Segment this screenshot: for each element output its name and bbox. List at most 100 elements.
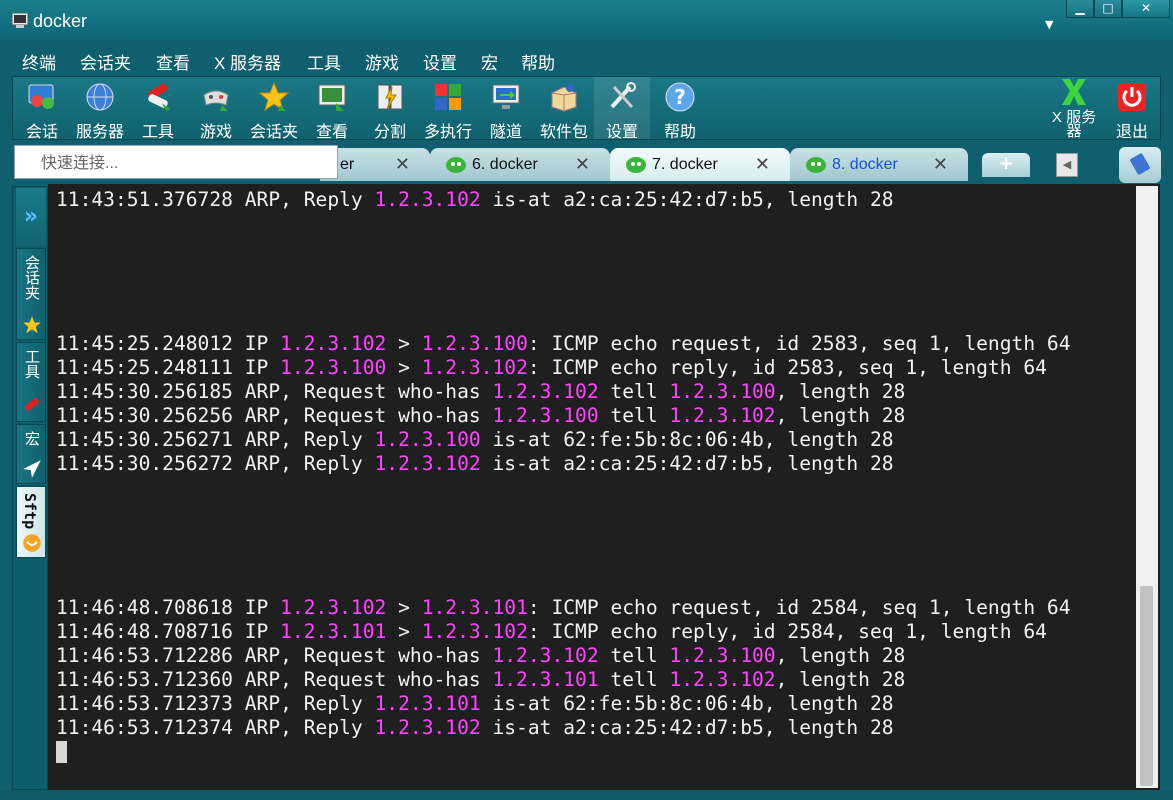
star-icon (23, 316, 41, 334)
maximize-button[interactable]: □ (1094, 0, 1122, 18)
terminal-text: 11:43:51.376728 ARP, Reply (56, 188, 375, 211)
help-button[interactable]: ? 帮助 (652, 77, 708, 141)
terminal-line: 11:46:53.712374 ARP, Reply 1.2.3.102 is-… (56, 716, 1071, 740)
tab-list-button[interactable] (1119, 147, 1161, 183)
tab-7-docker[interactable]: 7. docker ✕ (610, 148, 790, 181)
terminal-cursor (56, 741, 67, 763)
session-button[interactable]: 会话 (14, 77, 70, 141)
menu-bar: 终端 会话夹 查看 X 服务器 工具 游戏 设置 宏 帮助 (0, 44, 1173, 74)
ip-address: 1.2.3.101 (421, 596, 528, 619)
prompt-line (56, 740, 1071, 764)
tunnel-icon (492, 84, 520, 109)
sidebar-tab-tools[interactable]: 工具 (16, 342, 46, 422)
app-icon (12, 13, 28, 28)
tab-scroll-left-button[interactable]: ◀ (1056, 153, 1078, 177)
attach-icon (1130, 153, 1150, 175)
ip-address: 1.2.3.102 (492, 380, 599, 403)
packages-icon (551, 84, 577, 112)
ip-address: 1.2.3.102 (492, 644, 599, 667)
window-title: docker (33, 11, 88, 31)
menu-xserver[interactable]: X 服务器 (214, 49, 281, 74)
terminal-text: , length 28 (775, 644, 906, 667)
star-icon (258, 81, 290, 112)
terminal-text: > (386, 620, 422, 643)
terminal-text: : ICMP echo reply, id 2584, seq 1, lengt… (527, 620, 1047, 643)
terminal-text: 11:46:53.712374 ARP, Reply (56, 716, 375, 739)
menu-sessions[interactable]: 会话夹 (80, 49, 131, 74)
xserver-button[interactable]: X 服务器 (1046, 77, 1102, 139)
scrollbar-thumb[interactable] (1140, 586, 1153, 786)
split-button[interactable]: 分割 (362, 77, 418, 141)
terminal-line: 11:45:25.248012 IP 1.2.3.102 > 1.2.3.100… (56, 332, 1071, 356)
packages-button[interactable]: 软件包 (536, 77, 592, 141)
terminal-text: : ICMP echo request, id 2583, seq 1, len… (527, 332, 1071, 355)
terminal-text: is-at 62:fe:5b:8c:06:4b, length 28 (480, 692, 894, 715)
window-bottom-border (0, 790, 1173, 800)
new-tab-button[interactable]: + (982, 153, 1030, 177)
terminal-line: 11:46:48.708716 IP 1.2.3.101 > 1.2.3.102… (56, 620, 1071, 644)
menu-games[interactable]: 游戏 (365, 49, 399, 74)
ip-address: 1.2.3.100 (421, 332, 528, 355)
view-button[interactable]: 查看 (304, 77, 360, 141)
terminal-text: 11:46:53.712286 ARP, Request who-has (56, 644, 493, 667)
menu-macro[interactable]: 宏 (481, 49, 498, 74)
terminal-text: : ICMP echo reply, id 2583, seq 1, lengt… (527, 356, 1047, 379)
terminal-text: 11:46:48.708716 IP (56, 620, 281, 643)
ip-address: 1.2.3.102 (669, 668, 776, 691)
terminal-line: 11:45:25.248111 IP 1.2.3.100 > 1.2.3.102… (56, 356, 1071, 380)
terminal-text: 11:45:25.248111 IP (56, 356, 281, 379)
menu-terminal[interactable]: 终端 (22, 49, 56, 74)
settings-button[interactable]: 设置 (594, 77, 650, 141)
split-icon (377, 84, 403, 110)
bookmarks-button[interactable]: 会话夹 (246, 77, 302, 141)
close-icon[interactable]: ✕ (933, 154, 948, 175)
terminal-text: > (386, 332, 422, 355)
terminal-text: tell (598, 668, 670, 691)
tools-button[interactable]: 工具 (130, 77, 186, 141)
ip-address: 1.2.3.102 (280, 332, 387, 355)
terminal-line: 11:46:48.708618 IP 1.2.3.102 > 1.2.3.101… (56, 596, 1071, 620)
multiexec-icon (435, 84, 461, 110)
terminal-text: 11:45:30.256185 ARP, Request who-has (56, 380, 493, 403)
chevron-down-icon[interactable]: ▼ (1045, 18, 1053, 31)
settings-icon (610, 82, 636, 109)
tab-6-docker[interactable]: 6. docker ✕ (430, 148, 610, 181)
exit-button[interactable]: 退出 (1104, 77, 1160, 141)
multiexec-button[interactable]: 多执行 (420, 77, 476, 141)
terminal-text: 11:46:53.712360 ARP, Request who-has (56, 668, 493, 691)
close-icon[interactable]: ✕ (395, 154, 410, 175)
toolbar: 会话 服务器 工具 游戏 会话夹 查看 分割 多执行 隧道 软件包 设置 ? 帮… (12, 76, 1161, 141)
terminal-text: , length 28 (775, 668, 906, 691)
terminal-area[interactable]: 11:43:51.376728 ARP, Reply 1.2.3.102 is-… (48, 184, 1160, 790)
sidebar-toggle-button[interactable]: » (16, 188, 46, 246)
menu-tools[interactable]: 工具 (307, 49, 341, 74)
sidebar-tab-macro[interactable]: 宏 (16, 424, 46, 484)
ip-address: 1.2.3.102 (421, 620, 528, 643)
menu-help[interactable]: 帮助 (521, 49, 555, 74)
terminal-scrollbar[interactable] (1136, 186, 1158, 788)
ip-address: 1.2.3.102 (280, 596, 387, 619)
sidebar-tab-sessions[interactable]: 会话夹 (16, 248, 46, 340)
quick-connect-input[interactable]: 快速连接... (14, 145, 338, 179)
xserver-icon (1062, 79, 1086, 105)
menu-view[interactable]: 查看 (156, 49, 190, 74)
svg-text:?: ? (674, 85, 686, 109)
terminal-tab-icon (446, 157, 466, 173)
close-icon[interactable]: ✕ (575, 154, 590, 175)
servers-button[interactable]: 服务器 (72, 77, 128, 141)
terminal-line: 11:46:53.712373 ARP, Reply 1.2.3.101 is-… (56, 692, 1071, 716)
close-button[interactable]: ✕ (1122, 0, 1170, 18)
menu-settings[interactable]: 设置 (423, 49, 457, 74)
tools-icon (25, 397, 39, 411)
sidebar-tab-sftp[interactable]: Sftp (16, 486, 46, 558)
tab-8-docker[interactable]: 8. docker ✕ (790, 148, 968, 181)
ip-address: 1.2.3.101 (374, 692, 481, 715)
close-icon[interactable]: ✕ (755, 154, 770, 175)
minimize-button[interactable]: ▁ (1066, 0, 1094, 18)
games-button[interactable]: 游戏 (188, 77, 244, 141)
ip-address: 1.2.3.100 (492, 404, 599, 427)
tunnel-button[interactable]: 隧道 (478, 77, 534, 141)
